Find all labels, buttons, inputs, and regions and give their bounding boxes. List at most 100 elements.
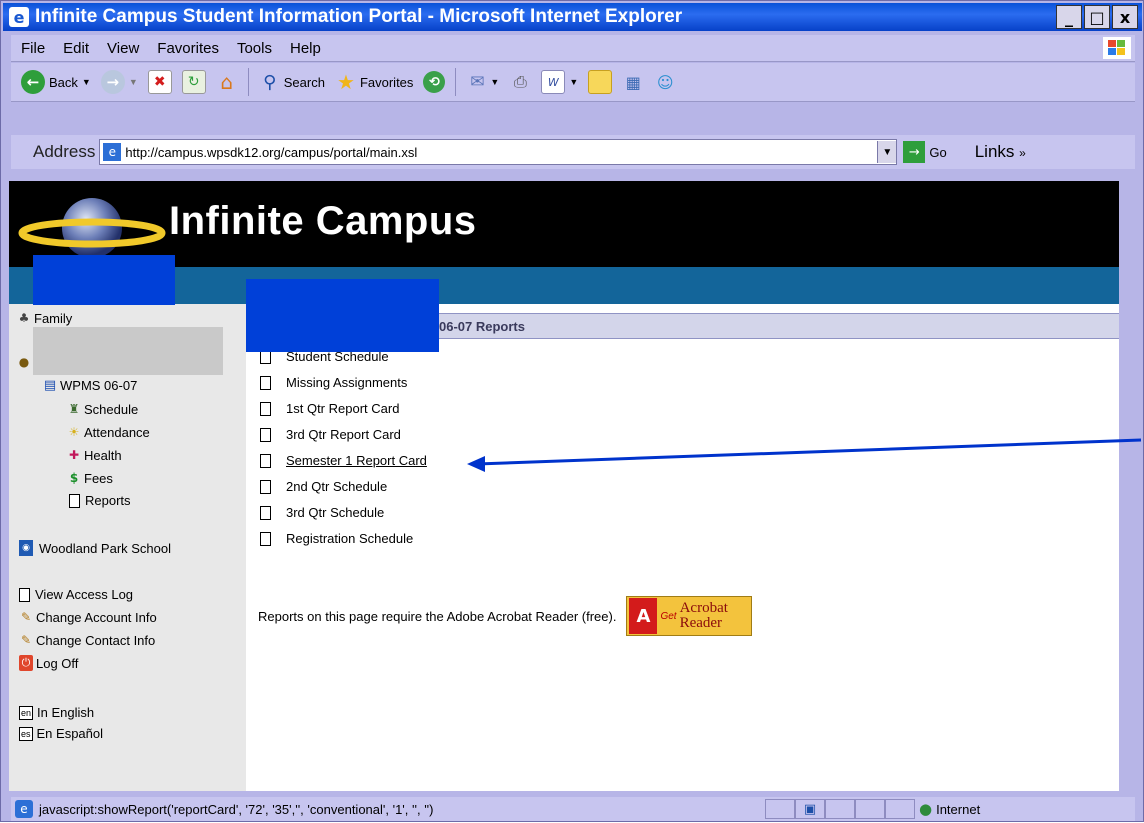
sidebar-item-spanish[interactable]: es En Español — [19, 726, 103, 741]
sidebar-item-view-access-log[interactable]: View Access Log — [19, 587, 133, 602]
forward-button[interactable]: → ▼ — [100, 70, 138, 94]
menu-help[interactable]: Help — [290, 40, 321, 57]
menu-edit[interactable]: Edit — [63, 40, 89, 57]
go-button[interactable]: → Go — [903, 141, 947, 163]
sidebar-item-label: Reports — [85, 493, 131, 508]
messenger-button[interactable]: ☺ — [654, 71, 676, 93]
minimize-button[interactable]: _ — [1056, 5, 1082, 29]
sidebar-item-label: WPMS 06-07 — [60, 377, 138, 393]
document-icon — [260, 375, 271, 390]
status-pane — [855, 799, 885, 819]
research-button[interactable]: ▦ — [622, 71, 644, 93]
sidebar-item-school[interactable]: ◉ Woodland Park School — [19, 540, 171, 556]
semester-1-report-card-link[interactable]: Semester 1 Report Card — [286, 453, 427, 468]
report-item[interactable]: 3rd Qtr Report Card — [260, 427, 401, 442]
acrobat-note-text: Reports on this page require the Adobe A… — [258, 608, 617, 624]
report-item[interactable]: Missing Assignments — [260, 375, 407, 390]
chevron-right-icon: » — [1019, 146, 1026, 160]
links-toolbar[interactable]: Links » — [975, 142, 1026, 162]
ie-icon: e — [9, 7, 29, 27]
close-button[interactable]: x — [1112, 5, 1138, 29]
sidebar-item-health[interactable]: ✚ Health — [67, 447, 122, 463]
refresh-button[interactable]: ↻ — [181, 70, 206, 94]
address-dropdown-icon[interactable]: ▼ — [877, 141, 897, 163]
edit-icon: ✎ — [20, 633, 32, 647]
sidebar-item-label: Family — [34, 310, 73, 326]
school-icon: ◉ — [19, 540, 33, 556]
document-icon — [19, 587, 30, 602]
document-icon — [260, 505, 271, 520]
person-icon: ● — [18, 355, 30, 369]
report-link[interactable]: 2nd Qtr Schedule — [286, 479, 387, 494]
discuss-button[interactable] — [588, 70, 613, 94]
sidebar-item-english[interactable]: en In English — [19, 705, 94, 720]
language-en-icon: en — [19, 705, 34, 720]
title-bar: e Infinite Campus Student Information Po… — [3, 3, 1142, 31]
sidebar-item-log-off[interactable]: ⏻ Log Off — [19, 655, 78, 671]
menu-favorites[interactable]: Favorites — [157, 40, 219, 57]
report-link[interactable]: 3rd Qtr Report Card — [286, 427, 401, 442]
address-bar: Address e http://campus.wpsdk12.org/camp… — [11, 135, 1135, 169]
zone-pane: ● Internet — [915, 800, 1135, 818]
edit-icon: ✎ — [20, 610, 32, 624]
address-url: http://campus.wpsdk12.org/campus/portal/… — [125, 144, 418, 160]
sidebar-item-change-contact-info[interactable]: ✎ Change Contact Info — [19, 632, 155, 648]
address-input[interactable]: e http://campus.wpsdk12.org/campus/porta… — [99, 139, 898, 165]
report-item[interactable]: 1st Qtr Report Card — [260, 401, 399, 416]
home-button[interactable]: ⌂ — [216, 70, 238, 94]
toolbar-separator — [247, 68, 249, 96]
reader-label: Reader — [679, 615, 723, 631]
sidebar-item-school-year[interactable]: ▤ WPMS 06-07 — [43, 377, 137, 393]
report-link[interactable]: 3rd Qtr Schedule — [286, 505, 384, 520]
status-text: javascript:showReport('reportCard', '72'… — [39, 801, 434, 817]
chevron-down-icon: ▼ — [569, 77, 579, 87]
report-item[interactable]: 2nd Qtr Schedule — [260, 479, 387, 494]
home-icon: ⌂ — [220, 70, 234, 94]
family-icon: ♣ — [18, 311, 30, 325]
sidebar-item-reports[interactable]: Reports — [69, 493, 131, 508]
sidebar-item-fees[interactable]: $ Fees — [67, 470, 113, 486]
sidebar-item-change-account-info[interactable]: ✎ Change Account Info — [19, 609, 157, 625]
report-link[interactable]: 1st Qtr Report Card — [286, 401, 399, 416]
report-link[interactable]: Registration Schedule — [286, 531, 413, 546]
acrobat-get-label: Get — [660, 610, 677, 622]
health-icon: ✚ — [68, 448, 80, 462]
sidebar-item-attendance[interactable]: ☀ Attendance — [67, 424, 150, 440]
document-icon — [260, 427, 271, 442]
toolbar-separator — [455, 68, 457, 96]
note-icon — [588, 70, 613, 94]
history-button[interactable]: ⟲ — [423, 71, 446, 93]
maximize-button[interactable]: □ — [1084, 5, 1110, 29]
search-button[interactable]: ⚲ Search — [259, 71, 325, 93]
report-item-highlighted[interactable]: Semester 1 Report Card — [260, 453, 427, 468]
sidebar-item-family[interactable]: ♣ Family — [17, 310, 73, 326]
menu-file[interactable]: File — [21, 40, 45, 57]
go-arrow-icon: → — [903, 141, 926, 163]
get-acrobat-reader-button[interactable]: A Get Acrobat Reader — [626, 596, 753, 636]
mail-button[interactable]: ✉ ▼ — [466, 71, 499, 93]
report-item[interactable]: 3rd Qtr Schedule — [260, 505, 384, 520]
main-content: 06-07 Reports Student Schedule Missing A… — [246, 304, 1119, 791]
chevron-down-icon: ▼ — [490, 77, 500, 87]
dollar-icon: $ — [69, 471, 79, 485]
stop-button[interactable]: ✖ — [147, 70, 172, 94]
menu-view[interactable]: View — [107, 40, 139, 57]
favorites-label: Favorites — [359, 74, 414, 90]
language-es-icon: es — [19, 726, 33, 741]
edit-word-button[interactable]: W ▼ — [541, 70, 578, 94]
menu-tools[interactable]: Tools — [237, 40, 272, 57]
print-button[interactable]: ⎙ — [509, 71, 531, 93]
sidebar: ♣ Family ● ▤ WPMS 06-07 ♜ Schedule ☀ Att… — [9, 304, 246, 791]
sidebar-item-label: Change Account Info — [36, 609, 157, 625]
sidebar-item-schedule[interactable]: ♜ Schedule — [67, 401, 139, 417]
favorites-button[interactable]: ★ Favorites — [335, 70, 414, 94]
report-link[interactable]: Missing Assignments — [286, 375, 407, 390]
attendance-icon: ☀ — [68, 425, 80, 439]
window-status-icon: ▣ — [803, 801, 817, 817]
history-icon: ⟲ — [423, 71, 446, 93]
report-item[interactable]: Registration Schedule — [260, 531, 413, 546]
status-pane — [885, 799, 915, 819]
status-pane — [765, 799, 795, 819]
back-button[interactable]: ← Back ▼ — [21, 70, 91, 94]
sidebar-item-label: Health — [84, 447, 122, 463]
